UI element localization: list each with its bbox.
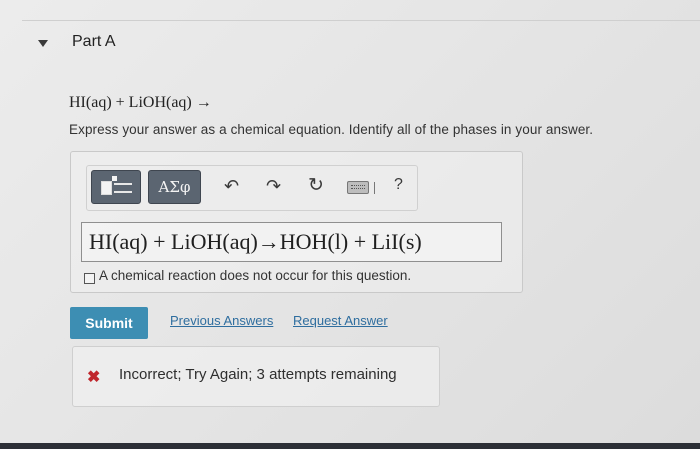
symbols-button[interactable]: ΑΣφ	[148, 170, 201, 204]
answer-input[interactable]: HI(aq) + LiOH(aq)→HOH(l) + LiI(s)	[81, 222, 502, 262]
incorrect-x-icon: ✖	[87, 369, 101, 386]
submit-button[interactable]: Submit	[70, 307, 148, 339]
toolbar-separator	[374, 182, 375, 194]
templates-button[interactable]	[91, 170, 141, 204]
section-divider	[22, 20, 700, 21]
bottom-edge	[0, 443, 700, 449]
templates-icon	[101, 181, 112, 195]
reset-icon[interactable]: ↻	[308, 176, 324, 196]
no-reaction-label: A chemical reaction does not occur for t…	[99, 268, 412, 283]
keyboard-icon[interactable]	[347, 181, 369, 194]
collapse-caret-icon[interactable]	[38, 40, 48, 47]
feedback-message: Incorrect; Try Again; 3 attempts remaini…	[119, 366, 397, 383]
no-reaction-checkbox[interactable]	[84, 273, 95, 284]
help-icon[interactable]: ?	[394, 176, 403, 194]
undo-icon[interactable]: ↶	[224, 176, 239, 196]
previous-answers-link[interactable]: Previous Answers	[170, 313, 273, 328]
part-title: Part A	[72, 33, 116, 50]
redo-icon[interactable]: ↷	[266, 176, 281, 196]
question-equation: HI(aq) + LiOH(aq) →	[69, 94, 212, 111]
request-answer-link[interactable]: Request Answer	[293, 313, 388, 328]
question-instructions: Express your answer as a chemical equati…	[69, 122, 594, 137]
